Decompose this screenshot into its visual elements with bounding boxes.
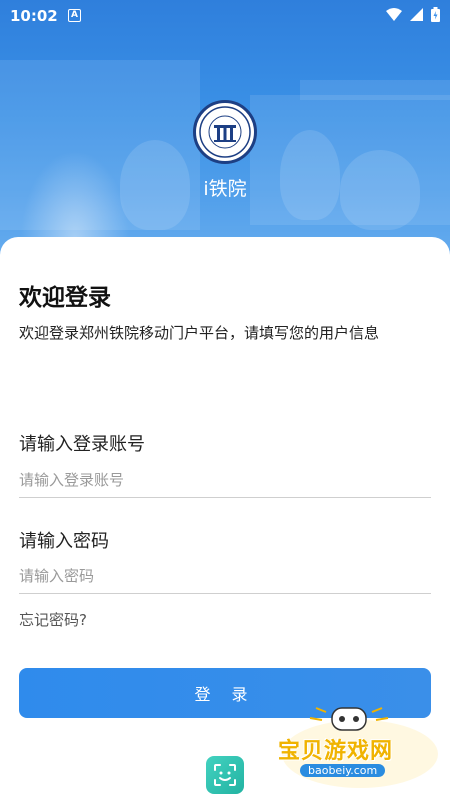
forgot-password-link[interactable]: 忘记密码?	[19, 609, 87, 630]
face-login-button[interactable]	[206, 756, 244, 794]
welcome-subtitle: 欢迎登录郑州铁院移动门户平台，请填写您的用户信息	[19, 324, 380, 342]
account-label: 请输入登录账号	[19, 434, 145, 455]
app-name: i铁院	[203, 178, 247, 200]
university-seal-icon	[193, 100, 257, 164]
password-label: 请输入密码	[19, 531, 109, 552]
face-scan-icon	[214, 764, 236, 786]
account-input[interactable]	[19, 463, 431, 498]
wifi-icon	[386, 8, 402, 21]
signal-icon	[410, 8, 423, 21]
password-input[interactable]	[19, 559, 431, 594]
notification-badge-icon: A	[68, 9, 81, 22]
status-time: 10:02	[10, 7, 58, 25]
battery-icon	[431, 7, 440, 22]
welcome-title: 欢迎登录	[19, 285, 111, 311]
watermark-url: baobeiy.com	[300, 764, 386, 777]
status-bar: 10:02 A	[0, 0, 450, 32]
watermark-text: 宝贝游戏网	[278, 739, 394, 764]
